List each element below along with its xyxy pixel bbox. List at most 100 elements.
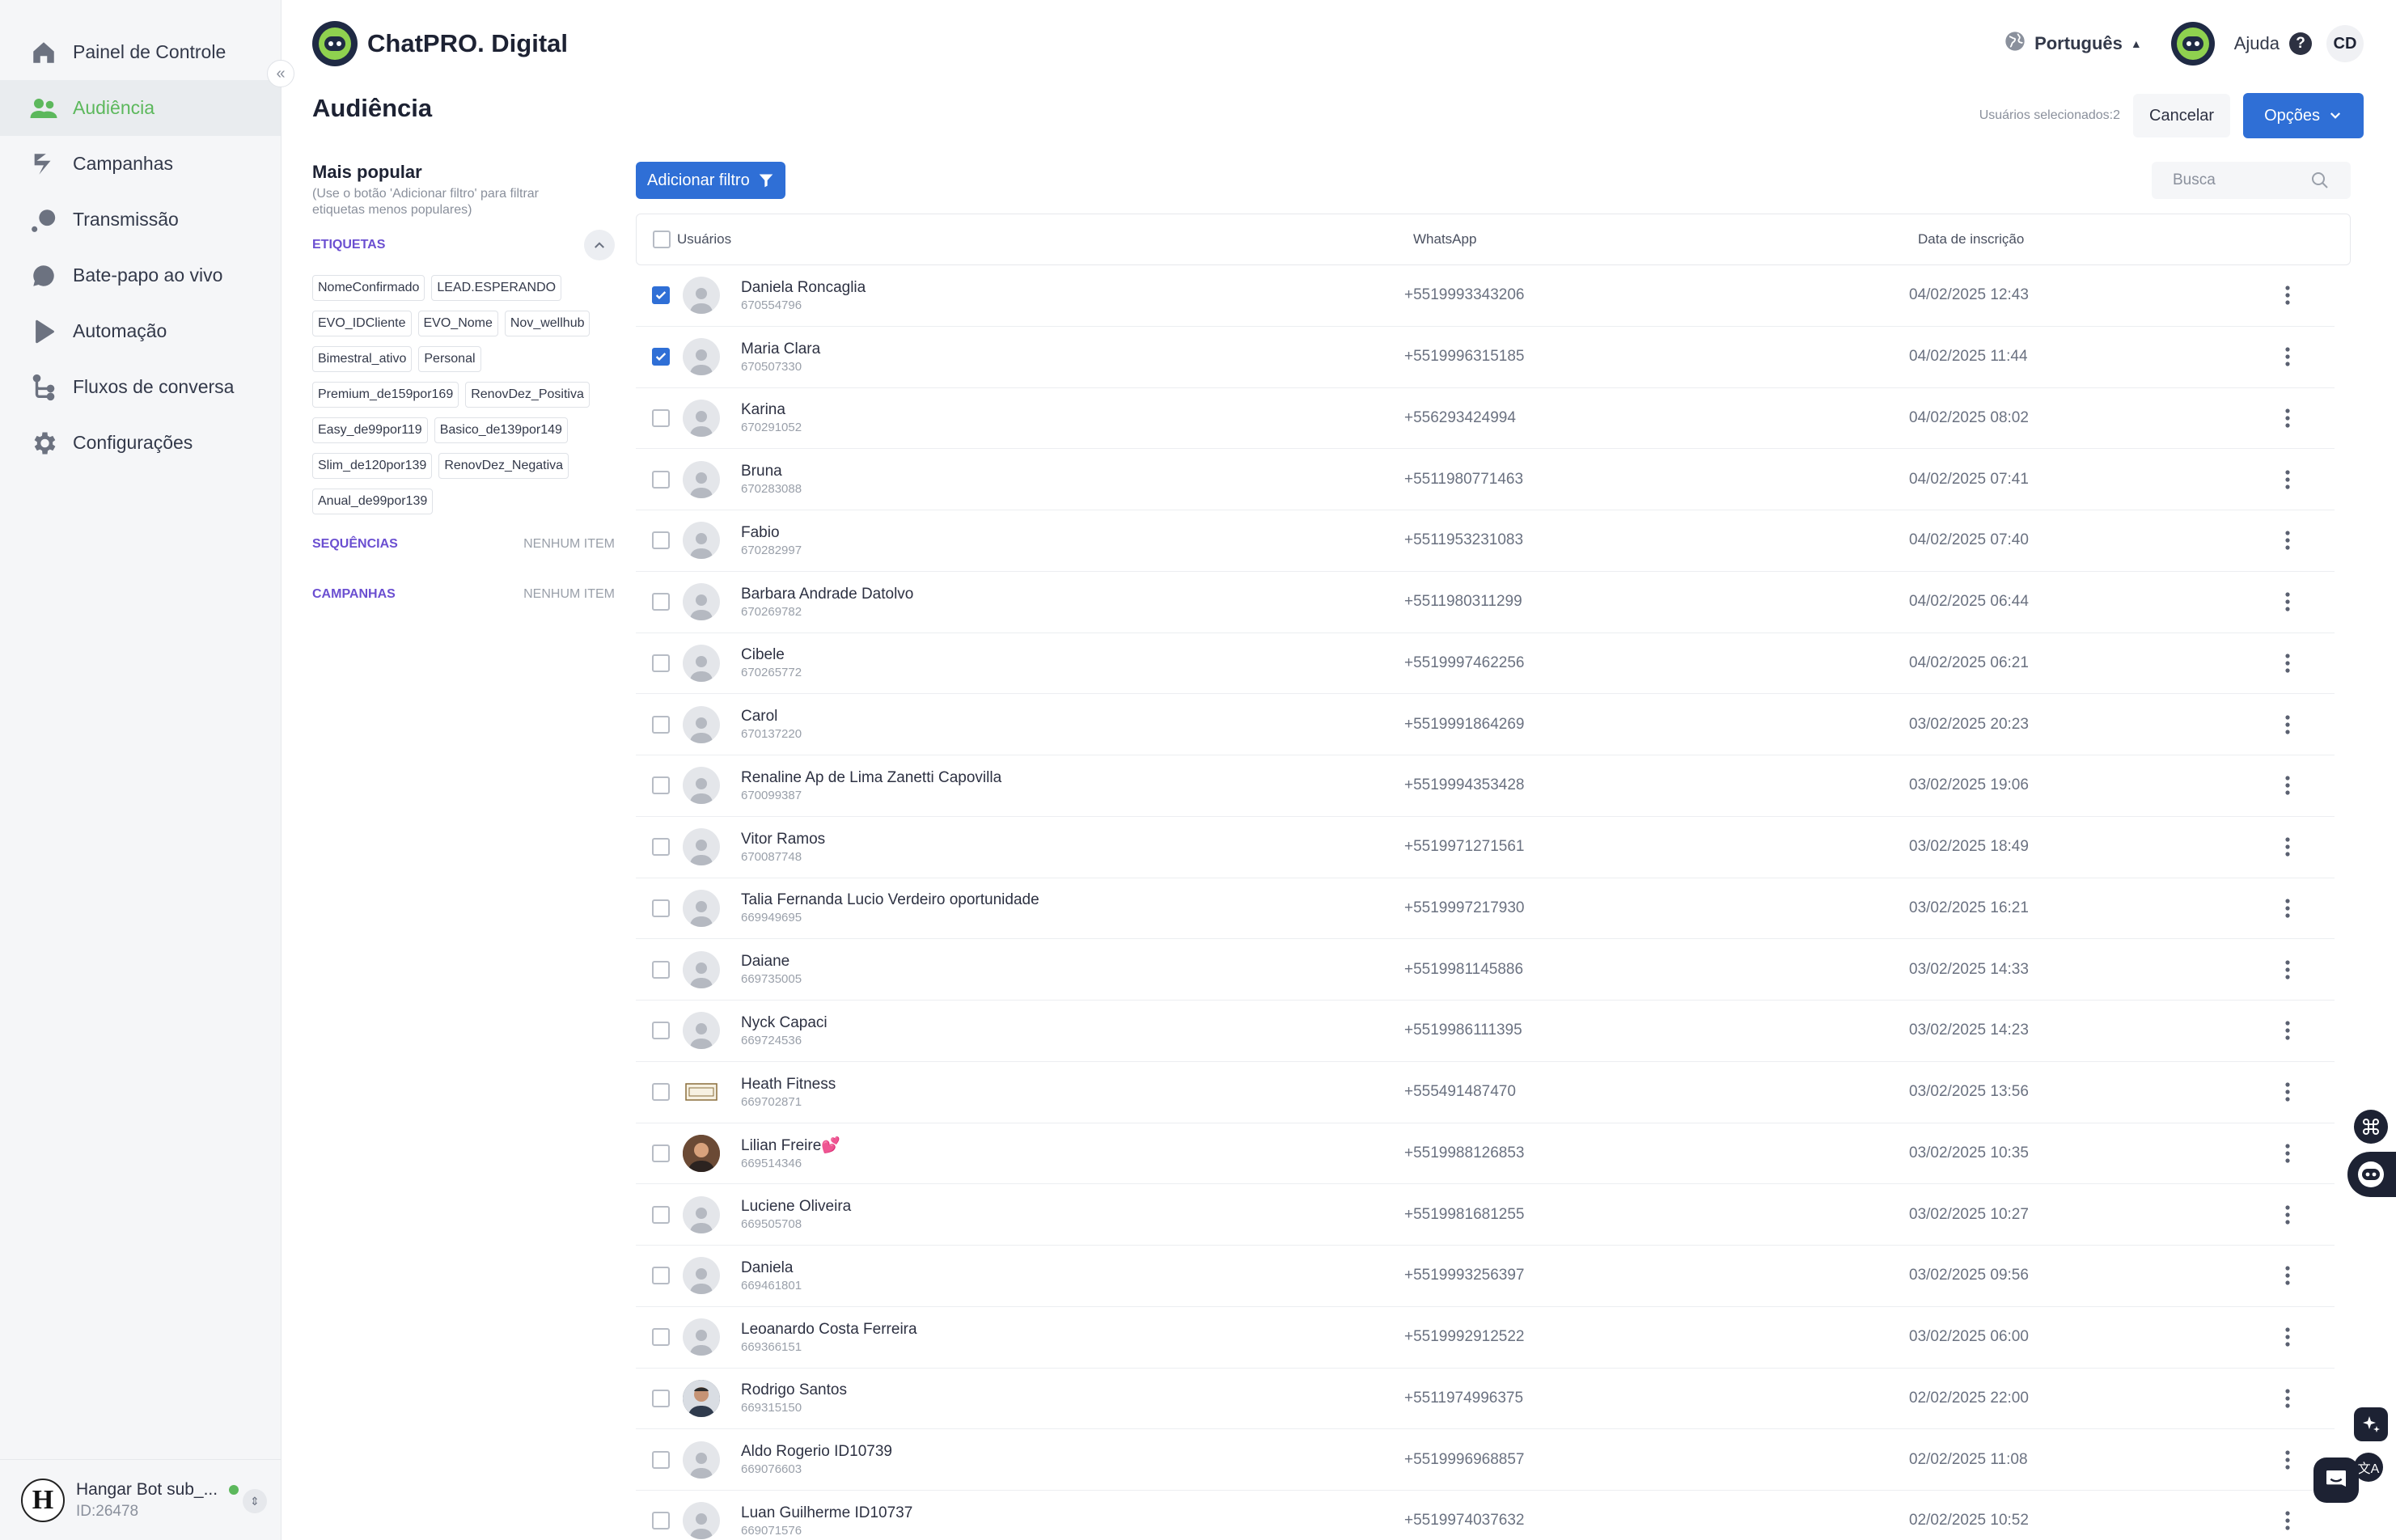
tag-chip[interactable]: Anual_de99por139 [312, 489, 434, 514]
table-row[interactable]: Barbara Andrade Datolvo 670269782 +5511980… [636, 572, 2335, 633]
row-checkbox[interactable] [652, 654, 670, 672]
row-menu-button[interactable] [2271, 346, 2304, 367]
add-filter-button[interactable]: Adicionar filtro [636, 162, 785, 199]
user-name[interactable]: Daniela Roncaglia [741, 279, 1404, 297]
row-checkbox[interactable] [652, 1144, 670, 1162]
table-row[interactable]: Luan Guilherme ID10737 669071576 +55199740… [636, 1491, 2335, 1540]
user-name[interactable]: Vitor Ramos [741, 831, 1404, 848]
row-menu-button[interactable] [2271, 898, 2304, 919]
table-row[interactable]: Rodrigo Santos 669315150 +5511974996375 02/… [636, 1369, 2335, 1430]
table-row[interactable]: Leoanardo Costa Ferreira 669366151 +551999… [636, 1307, 2335, 1369]
user-name[interactable]: Maria Clara [741, 341, 1404, 358]
user-name[interactable]: Luan Guilherme ID10737 [741, 1504, 1404, 1522]
row-menu-button[interactable] [2271, 1143, 2304, 1164]
row-menu-button[interactable] [2271, 1388, 2304, 1409]
table-row[interactable]: Aldo Rogerio ID10739 669076603 +5519996968… [636, 1429, 2335, 1491]
sidebar-item-settings[interactable]: Configurações [0, 415, 281, 471]
row-checkbox[interactable] [652, 715, 670, 734]
apps-widget-button[interactable] [2354, 1110, 2388, 1144]
table-row[interactable]: Daniela 669461801 +5519993256397 03/02/2025… [636, 1246, 2335, 1307]
table-row[interactable]: Daniela Roncaglia 670554796 +5519993343206… [636, 265, 2335, 327]
table-row[interactable]: Nyck Capaci 669724536 +5519986111395 03/02/… [636, 1001, 2335, 1062]
user-name[interactable]: Luciene Oliveira [741, 1198, 1404, 1216]
row-menu-button[interactable] [2271, 1081, 2304, 1102]
table-row[interactable]: Daiane 669735005 +5519981145886 03/02/2025 … [636, 939, 2335, 1001]
table-row[interactable]: Cibele 670265772 +5519997462256 04/02/2025 … [636, 633, 2335, 695]
column-users[interactable]: Usuários [677, 231, 1413, 248]
row-menu-button[interactable] [2271, 469, 2304, 490]
row-menu-button[interactable] [2271, 714, 2304, 735]
sidebar-item-campaigns[interactable]: Campanhas [0, 136, 281, 192]
row-checkbox[interactable] [652, 838, 670, 857]
table-row[interactable]: Lilian Freire💕 669514346 +5519988126853 03/… [636, 1123, 2335, 1185]
user-avatar[interactable] [2170, 22, 2215, 66]
brand[interactable]: ChatPRO. Digital [312, 21, 568, 66]
account-switcher[interactable]: H Hangar Bot sub_... ID:26478 ⇕ [0, 1459, 282, 1540]
sidebar-item-automation[interactable]: Automação [0, 303, 281, 359]
tag-chip[interactable]: EVO_Nome [417, 311, 498, 336]
table-row[interactable]: Vitor Ramos 670087748 +5519971271561 03/02/… [636, 817, 2335, 878]
user-name[interactable]: Renaline Ap de Lima Zanetti Capovilla [741, 769, 1404, 787]
language-selector[interactable]: Português ▲ [2004, 30, 2142, 57]
search-input[interactable] [2173, 171, 2302, 189]
row-checkbox[interactable] [652, 286, 670, 305]
table-row[interactable]: Bruna 670283088 +5511980771463 04/02/2025 0… [636, 449, 2335, 510]
row-menu-button[interactable] [2271, 1020, 2304, 1041]
row-checkbox[interactable] [652, 1328, 670, 1347]
collapse-tags-button[interactable] [584, 230, 615, 260]
table-row[interactable]: Talia Fernanda Lucio Verdeiro oportunida… [636, 878, 2335, 940]
table-row[interactable]: Heath Fitness 669702871 +555491487470 03/02… [636, 1062, 2335, 1123]
user-name[interactable]: Fabio [741, 524, 1404, 542]
table-row[interactable]: Karina 670291052 +556293424994 04/02/2025 0… [636, 388, 2335, 450]
row-checkbox[interactable] [652, 960, 670, 979]
table-row[interactable]: Carol 670137220 +5519991864269 03/02/2025 2… [636, 694, 2335, 755]
row-checkbox[interactable] [652, 1512, 670, 1530]
user-name[interactable]: Aldo Rogerio ID10739 [741, 1443, 1404, 1461]
row-checkbox[interactable] [652, 1022, 670, 1040]
row-checkbox[interactable] [652, 348, 670, 366]
tag-chip[interactable]: RenovDez_Positiva [465, 382, 590, 408]
cancel-button[interactable]: Cancelar [2133, 94, 2231, 138]
table-row[interactable]: Renaline Ap de Lima Zanetti Capovilla 670… [636, 755, 2335, 817]
collapse-sidebar-button[interactable]: « [267, 60, 294, 87]
table-row[interactable]: Fabio 670282997 +5511953231083 04/02/2025 0… [636, 510, 2335, 572]
tag-chip[interactable]: Personal [418, 346, 481, 372]
row-checkbox[interactable] [652, 1389, 670, 1407]
row-checkbox[interactable] [652, 899, 670, 917]
support-chat-button[interactable] [2313, 1458, 2359, 1503]
table-row[interactable]: Maria Clara 670507330 +5519996315185 04/02/… [636, 327, 2335, 388]
row-checkbox[interactable] [652, 470, 670, 489]
tag-chip[interactable]: LEAD.ESPERANDO [431, 275, 562, 301]
sidebar-item-flows[interactable]: Fluxos de conversa [0, 359, 281, 415]
tag-chip[interactable]: Basico_de139por149 [434, 417, 568, 443]
column-whatsapp[interactable]: WhatsApp [1413, 231, 1918, 248]
row-menu-button[interactable] [2271, 1510, 2304, 1531]
row-checkbox[interactable] [652, 1083, 670, 1102]
row-checkbox[interactable] [652, 531, 670, 550]
row-menu-button[interactable] [2271, 836, 2304, 857]
tag-chip[interactable]: Nov_wellhub [504, 311, 591, 336]
row-menu-button[interactable] [2271, 408, 2304, 429]
row-checkbox[interactable] [652, 408, 670, 427]
table-row[interactable]: Luciene Oliveira 669505708 +5519981681255 0… [636, 1184, 2335, 1246]
user-name[interactable]: Rodrigo Santos [741, 1381, 1404, 1399]
search-icon[interactable] [2310, 171, 2330, 190]
row-menu-button[interactable] [2271, 653, 2304, 674]
user-name[interactable]: Carol [741, 708, 1404, 726]
user-name[interactable]: Bruna [741, 463, 1404, 480]
sidebar-item-broadcast[interactable]: Transmissão [0, 192, 281, 248]
user-name[interactable]: Nyck Capaci [741, 1014, 1404, 1032]
select-all-checkbox[interactable] [653, 231, 671, 248]
tag-chip[interactable]: RenovDez_Negativa [438, 453, 569, 479]
user-name[interactable]: Lilian Freire💕 [741, 1136, 1404, 1155]
sidebar-item-dashboard[interactable]: Painel de Controle [0, 24, 281, 80]
user-name[interactable]: Daniela [741, 1259, 1404, 1277]
row-checkbox[interactable] [652, 1205, 670, 1224]
user-name[interactable]: Karina [741, 401, 1404, 419]
help-icon[interactable]: ? [2289, 32, 2312, 55]
tag-chip[interactable]: EVO_IDCliente [312, 311, 412, 336]
row-menu-button[interactable] [2271, 775, 2304, 796]
row-menu-button[interactable] [2271, 1204, 2304, 1225]
sidebar-item-audience[interactable]: Audiência [0, 80, 281, 136]
unfold-icon[interactable]: ⇕ [243, 1489, 267, 1513]
